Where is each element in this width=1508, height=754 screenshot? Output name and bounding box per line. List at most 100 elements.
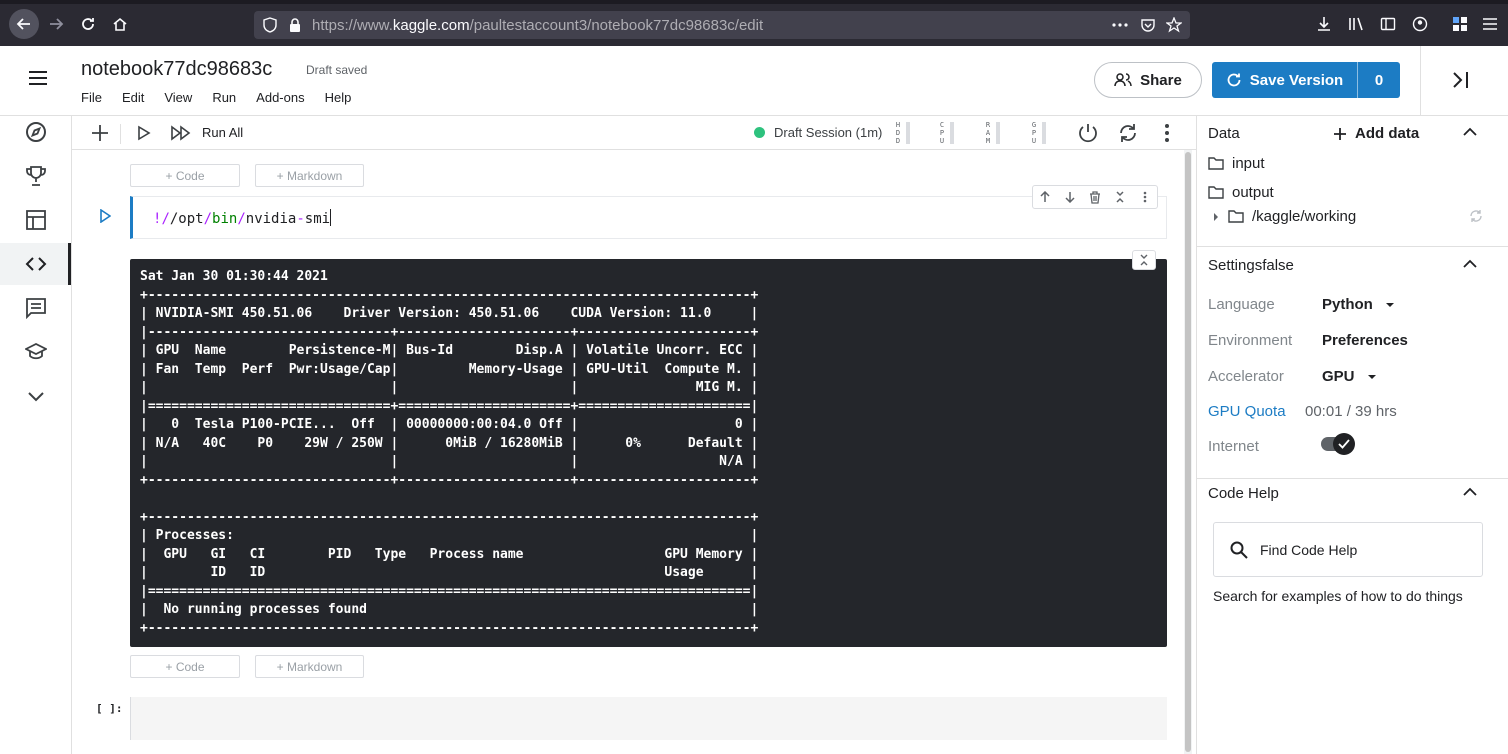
more-vertical-icon[interactable] [1164,123,1170,143]
restart-icon[interactable] [1117,122,1139,144]
collapse-panel-icon[interactable] [1450,70,1472,90]
add-code-button[interactable]: + Code [130,655,240,678]
caret-right-icon[interactable] [1212,212,1220,222]
add-code-button[interactable]: + Code [130,164,240,187]
environment-link[interactable]: Preferences [1322,332,1408,349]
chevron-up-icon[interactable] [1463,259,1477,269]
header-divider [1420,46,1421,116]
cpu-meter[interactable]: CPU [938,119,962,147]
code-icon [25,257,47,271]
meter-label: HDD [895,121,901,145]
version-count[interactable]: 0 [1358,62,1400,98]
chevron-up-icon[interactable] [1463,127,1477,137]
save-version-button[interactable]: Save Version 0 [1212,62,1400,98]
menu-view[interactable]: View [164,90,192,105]
extensions-icon[interactable] [1452,16,1468,32]
tree-item-output[interactable]: output [1208,184,1274,201]
notebook-scrollbar[interactable] [1184,150,1192,754]
menu-help[interactable]: Help [325,90,352,105]
power-icon[interactable] [1077,122,1099,144]
sidebar-icon[interactable] [1380,16,1396,32]
url-bar[interactable]: https://www.kaggle.com/paultestaccount3/… [254,11,1190,39]
library-icon[interactable] [1348,16,1364,32]
meter-label: GPU [1031,121,1037,145]
accelerator-select[interactable]: GPU [1322,368,1377,385]
language-select[interactable]: Python [1322,296,1395,313]
internet-label: Internet [1208,438,1259,455]
save-version-label-wrap[interactable]: Save Version [1212,62,1358,98]
download-icon[interactable] [1316,16,1332,32]
delete-cell-button[interactable] [1083,186,1108,208]
collapse-cell-button[interactable] [1107,186,1132,208]
fast-forward-icon[interactable] [170,125,192,141]
more-horizontal-icon[interactable] [1112,23,1128,27]
menu-run[interactable]: Run [212,90,236,105]
nav-code[interactable] [24,252,48,276]
cell-output: Sat Jan 30 01:30:44 2021 +--------------… [130,259,1167,647]
tree-item-input[interactable]: input [1208,155,1265,172]
hdd-meter[interactable]: HDD [894,119,918,147]
run-all-button[interactable]: Run All [202,125,243,140]
play-icon[interactable] [136,125,152,141]
arrow-left-icon [16,18,30,30]
gpu-quota-link[interactable]: GPU Quota [1208,403,1286,420]
meter-label: CPU [939,121,945,145]
tree-item-working[interactable]: /kaggle/working [1212,208,1356,225]
menu-file[interactable]: File [81,90,102,105]
internet-toggle[interactable] [1321,433,1355,455]
menu-addons[interactable]: Add-ons [256,90,304,105]
add-data-button[interactable]: Add data [1333,125,1419,142]
refresh-icon[interactable] [1469,209,1483,223]
run-cell-icon[interactable] [99,209,111,223]
account-icon[interactable] [1412,16,1428,32]
pocket-icon[interactable] [1140,17,1156,33]
scrollbar-thumb[interactable] [1185,152,1191,752]
session-status-dot [754,127,765,138]
chevron-up-icon[interactable] [1463,487,1477,497]
lock-icon [290,18,300,32]
check-icon [1338,439,1350,449]
toggle-knob[interactable] [1333,433,1355,455]
find-code-help-placeholder: Find Code Help [1260,541,1358,558]
caret-down-icon [1367,374,1376,379]
code-help-description: Search for examples of how to do things [1213,588,1463,604]
nav-active-indicator [68,243,71,285]
browser-menu-icon[interactable] [1482,17,1498,31]
menu-edit[interactable]: Edit [122,90,144,105]
move-up-button[interactable] [1033,186,1058,208]
find-code-help-input[interactable]: Find Code Help [1213,522,1483,577]
star-icon[interactable] [1166,17,1182,33]
nav-competitions[interactable] [24,164,48,188]
notebook-title[interactable]: notebook77dc98683c [81,58,272,81]
back-button[interactable] [9,9,39,39]
ram-meter[interactable]: RAM [984,119,1008,147]
empty-code-cell[interactable] [130,697,1167,740]
share-button[interactable]: Share [1094,62,1202,98]
add-markdown-button[interactable]: + Markdown [255,164,364,187]
nav-more[interactable] [24,384,48,408]
shield-icon[interactable] [262,17,278,33]
add-data-label: Add data [1355,125,1420,142]
plus-icon[interactable] [90,123,110,143]
reload-button[interactable] [73,9,103,39]
left-nav [0,116,72,754]
home-button[interactable] [105,9,135,39]
collapse-output-button[interactable] [1132,250,1156,270]
nav-discussions[interactable] [24,296,48,320]
session-label[interactable]: Draft Session (1m) [774,125,882,140]
nav-datasets[interactable] [24,208,48,232]
cell-more-button[interactable] [1132,186,1157,208]
menu-bar: File Edit View Run Add-ons Help [81,90,371,105]
forward-button[interactable] [41,9,71,39]
add-markdown-button[interactable]: + Markdown [255,655,364,678]
nav-courses[interactable] [24,340,48,364]
gpu-meter[interactable]: GPU [1030,119,1054,147]
code-editor[interactable]: !//opt/bin/nvidia-smi [153,209,332,227]
code-cell[interactable]: !//opt/bin/nvidia-smi [130,196,1167,239]
save-version-label: Save Version [1249,71,1344,89]
move-down-button[interactable] [1058,186,1083,208]
folder-icon [1228,210,1244,223]
menu-icon[interactable] [28,70,48,86]
tree-item-label: input [1232,155,1265,172]
nav-discover[interactable] [24,120,48,144]
